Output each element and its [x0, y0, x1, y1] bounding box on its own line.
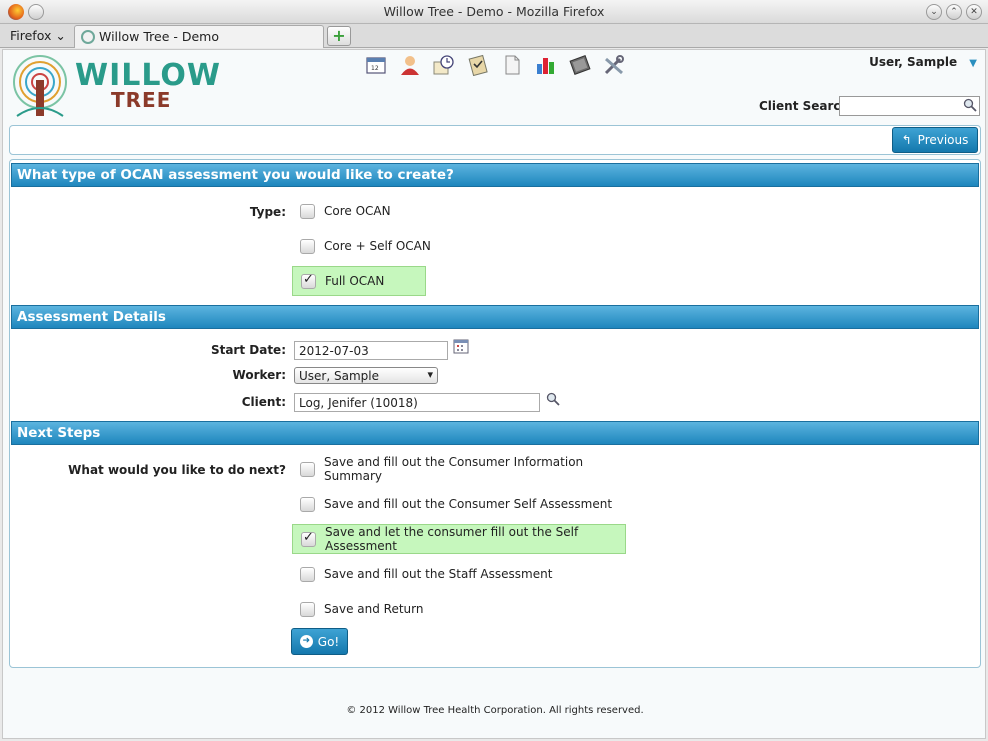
checkbox[interactable] [300, 601, 315, 617]
type-option-label: Core + Self OCAN [324, 239, 431, 253]
next-option-staff[interactable]: Save and fill out the Staff Assessment [292, 559, 632, 589]
start-date-value: 2012-07-03 [299, 344, 369, 358]
tab-label: Willow Tree - Demo [99, 29, 219, 44]
next-option-label: Save and fill out the Consumer Informati… [324, 455, 584, 483]
details-section-header: Assessment Details [11, 305, 979, 329]
client-label: Client: [241, 395, 286, 409]
svg-text:12: 12 [371, 65, 379, 72]
next-steps-label: What would you like to do next? [68, 463, 286, 477]
checkbox-checked[interactable] [301, 272, 316, 289]
type-option-label: Full OCAN [325, 274, 385, 288]
checkbox[interactable] [300, 203, 315, 219]
tab-willow-tree[interactable]: Willow Tree - Demo [74, 25, 324, 48]
back-arrow-icon: ↰ [901, 133, 912, 147]
page-content: WILLOW TREE 12 User, Sample ▼ Client Sea… [2, 49, 986, 739]
willow-tree-favicon-icon [81, 30, 95, 44]
checkbox-checked[interactable] [301, 530, 316, 547]
ocan-form: What type of OCAN assessment you would l… [9, 159, 981, 668]
firefox-menu-button[interactable]: Firefox ⌄ [10, 28, 66, 43]
search-icon[interactable] [963, 98, 977, 112]
user-name: User, Sample [869, 55, 958, 69]
type-option-full[interactable]: Full OCAN [292, 266, 426, 296]
calendar-picker-icon[interactable] [453, 339, 469, 354]
chevron-down-icon: ▾ [427, 368, 433, 381]
previous-label: Previous [917, 133, 969, 147]
firefox-menu-label: Firefox [10, 28, 52, 43]
type-option-core-self[interactable]: Core + Self OCAN [292, 231, 452, 261]
client-input[interactable]: Log, Jenifer (10018) [294, 393, 540, 412]
go-button[interactable]: ➜ Go! [291, 628, 348, 655]
next-option-label: Save and fill out the Consumer Self Asse… [324, 497, 613, 511]
next-steps-section-header: Next Steps [11, 421, 979, 445]
checkbox[interactable] [300, 566, 315, 582]
start-date-input[interactable]: 2012-07-03 [294, 341, 448, 360]
checkbox[interactable] [300, 238, 315, 254]
client-search-label: Client Search [759, 99, 850, 113]
next-option-consumer-fill[interactable]: Save and let the consumer fill out the S… [292, 524, 626, 554]
maximize-button[interactable]: ⌃ [946, 4, 962, 20]
chevron-down-icon: ⌄ [55, 28, 66, 43]
type-option-label: Core OCAN [324, 204, 391, 218]
checklist-icon[interactable] [465, 52, 491, 78]
client-search-input[interactable] [839, 96, 980, 116]
user-icon[interactable] [397, 52, 423, 78]
next-option-label: Save and let the consumer fill out the S… [325, 525, 579, 553]
type-label: Type: [249, 205, 286, 219]
tools-icon[interactable] [601, 52, 627, 78]
tab-strip: Firefox ⌄ Willow Tree - Demo + [0, 24, 988, 48]
arrow-right-circle-icon: ➜ [299, 635, 313, 648]
close-button[interactable]: ✕ [966, 4, 982, 20]
type-section-header: What type of OCAN assessment you would l… [11, 163, 979, 187]
notebook-icon[interactable] [567, 52, 593, 78]
footer-copyright: © 2012 Willow Tree Health Corporation. A… [346, 705, 644, 716]
caret-down-icon: ▼ [969, 58, 977, 69]
type-option-core[interactable]: Core OCAN [292, 196, 426, 226]
new-tab-button[interactable]: + [327, 26, 351, 46]
worker-select[interactable]: User, Sample ▾ [294, 367, 438, 384]
window-titlebar: Willow Tree - Demo - Mozilla Firefox ⌄ ⌃… [0, 0, 988, 24]
worker-value: User, Sample [299, 369, 379, 383]
next-option-consumer-self[interactable]: Save and fill out the Consumer Self Asse… [292, 489, 632, 519]
next-option-return[interactable]: Save and Return [292, 594, 632, 624]
calendar-icon[interactable]: 12 [363, 52, 389, 78]
go-label: Go! [317, 634, 340, 649]
next-option-label: Save and Return [324, 602, 424, 616]
start-date-label: Start Date: [210, 343, 286, 357]
client-lookup-search-icon[interactable] [546, 392, 560, 406]
window-title: Willow Tree - Demo - Mozilla Firefox [383, 4, 605, 19]
app-toolbar: 12 [363, 52, 627, 78]
checkbox[interactable] [300, 496, 315, 512]
worker-label: Worker: [232, 368, 286, 382]
chart-icon[interactable] [533, 52, 559, 78]
nav-bar: ↰ Previous [9, 125, 981, 155]
next-option-label: Save and fill out the Staff Assessment [324, 567, 553, 581]
schedule-icon[interactable] [431, 52, 457, 78]
client-value: Log, Jenifer (10018) [299, 396, 418, 410]
user-menu[interactable]: User, Sample ▼ [869, 55, 977, 69]
tree-logo-icon [13, 55, 67, 117]
next-option-consumer-info[interactable]: Save and fill out the Consumer Informati… [292, 454, 632, 484]
minimize-button[interactable]: ⌄ [926, 4, 942, 20]
logo-tree-text: TREE [111, 88, 172, 112]
willow-tree-logo[interactable]: WILLOW TREE [5, 52, 220, 118]
document-icon[interactable] [499, 52, 525, 78]
checkbox[interactable] [300, 461, 315, 477]
previous-button[interactable]: ↰ Previous [892, 127, 978, 153]
